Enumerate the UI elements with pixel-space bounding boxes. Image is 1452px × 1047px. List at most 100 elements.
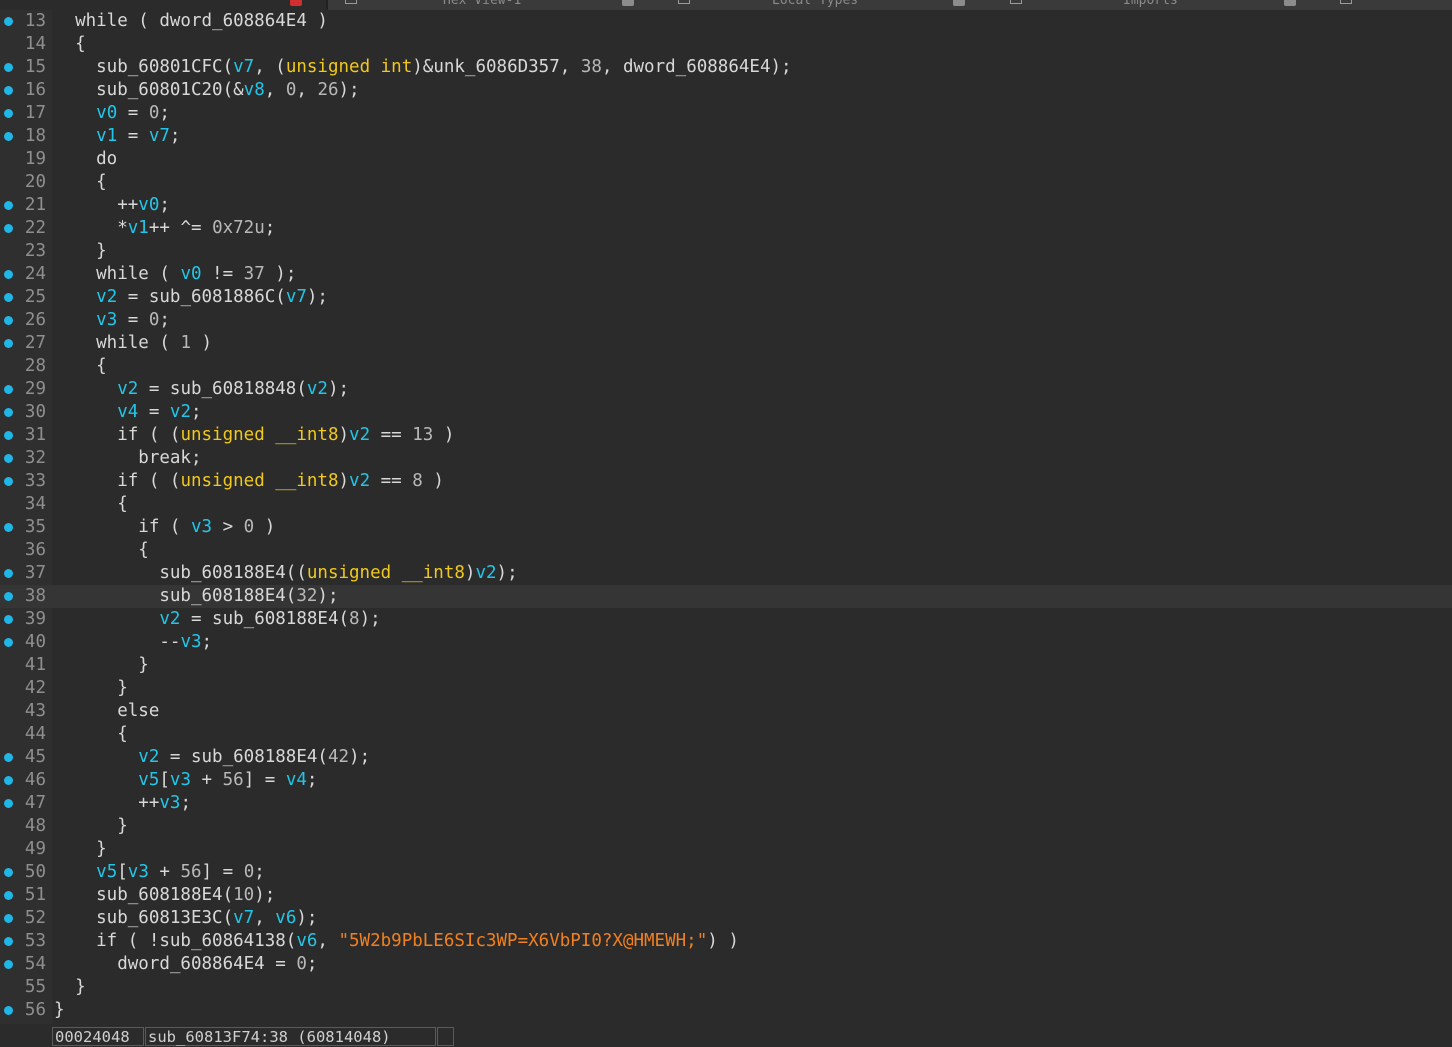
tab-hex-view[interactable]: Hex View-1: [345, 0, 521, 10]
code-line[interactable]: 37 sub_608188E4((unsigned __int8)v2);: [0, 562, 1452, 585]
code-line[interactable]: 48 }: [0, 815, 1452, 838]
code-source[interactable]: --v3;: [54, 631, 212, 654]
code-line[interactable]: 34 {: [0, 493, 1452, 516]
code-source[interactable]: if ( !sub_60864138(v6, "5W2b9PbLE6SIc3WP…: [54, 930, 739, 953]
code-line[interactable]: 29 v2 = sub_60818848(v2);: [0, 378, 1452, 401]
code-line[interactable]: 31 if ( (unsigned __int8)v2 == 13 ): [0, 424, 1452, 447]
code-line[interactable]: 19 do: [0, 148, 1452, 171]
code-source[interactable]: ++v0;: [54, 194, 170, 217]
code-line[interactable]: 50 v5[v3 + 56] = 0;: [0, 861, 1452, 884]
code-source[interactable]: v5[v3 + 56] = 0;: [54, 861, 265, 884]
code-source[interactable]: break;: [54, 447, 201, 470]
code-line[interactable]: 40 --v3;: [0, 631, 1452, 654]
code-source[interactable]: }: [54, 654, 149, 677]
code-source[interactable]: v3 = 0;: [54, 309, 170, 332]
tab-local-types[interactable]: Local Types: [678, 0, 858, 10]
code-source[interactable]: v4 = v2;: [54, 401, 201, 424]
code-source[interactable]: v5[v3 + 56] = v4;: [54, 769, 317, 792]
code-line[interactable]: 15 sub_60801CFC(v7, (unsigned int)&unk_6…: [0, 56, 1452, 79]
tab-imports[interactable]: Imports: [1010, 0, 1178, 10]
code-source[interactable]: {: [54, 723, 128, 746]
code-line[interactable]: 32 break;: [0, 447, 1452, 470]
code-line[interactable]: 51 sub_608188E4(10);: [0, 884, 1452, 907]
code-source[interactable]: sub_60813E3C(v7, v6);: [54, 907, 317, 930]
code-source[interactable]: if ( (unsigned __int8)v2 == 13 ): [54, 424, 454, 447]
code-source[interactable]: {: [54, 171, 107, 194]
code-source[interactable]: sub_608188E4(32);: [54, 585, 338, 608]
close-tab-icon[interactable]: [622, 0, 634, 6]
close-red-icon[interactable]: [290, 0, 302, 6]
code-line[interactable]: 55 }: [0, 976, 1452, 999]
code-line[interactable]: 16 sub_60801C20(&v8, 0, 26);: [0, 79, 1452, 102]
code-line[interactable]: 46 v5[v3 + 56] = v4;: [0, 769, 1452, 792]
code-source[interactable]: while ( v0 != 37 );: [54, 263, 296, 286]
code-source[interactable]: v2 = sub_608188E4(42);: [54, 746, 370, 769]
code-line[interactable]: 52 sub_60813E3C(v7, v6);: [0, 907, 1452, 930]
code-source[interactable]: v2 = sub_608188E4(8);: [54, 608, 380, 631]
code-source[interactable]: }: [54, 815, 128, 838]
code-source[interactable]: sub_608188E4((unsigned __int8)v2);: [54, 562, 517, 585]
code-line[interactable]: 39 v2 = sub_608188E4(8);: [0, 608, 1452, 631]
code-source[interactable]: dword_608864E4 = 0;: [54, 953, 317, 976]
code-line[interactable]: 43 else: [0, 700, 1452, 723]
code-source[interactable]: ++v3;: [54, 792, 191, 815]
pseudocode-view[interactable]: 13 while ( dword_608864E4 ) 14 {15 sub_60…: [0, 10, 1452, 1024]
code-line[interactable]: 23 }: [0, 240, 1452, 263]
code-line[interactable]: 18 v1 = v7;: [0, 125, 1452, 148]
code-source[interactable]: v1 = v7;: [54, 125, 180, 148]
code-source[interactable]: while ( dword_608864E4 ): [54, 10, 328, 33]
code-source[interactable]: {: [54, 539, 149, 562]
code-line[interactable]: 24 while ( v0 != 37 );: [0, 263, 1452, 286]
code-line[interactable]: 42 }: [0, 677, 1452, 700]
code-line[interactable]: 28 {: [0, 355, 1452, 378]
code-line[interactable]: 54 dword_608864E4 = 0;: [0, 953, 1452, 976]
active-tab[interactable]: [0, 0, 326, 10]
code-source[interactable]: v2 = sub_60818848(v2);: [54, 378, 349, 401]
code-line[interactable]: 30 v4 = v2;: [0, 401, 1452, 424]
code-source[interactable]: sub_608188E4(10);: [54, 884, 275, 907]
code-source[interactable]: }: [54, 240, 107, 263]
code-line[interactable]: 49 }: [0, 838, 1452, 861]
code-line[interactable]: 36 {: [0, 539, 1452, 562]
code-line[interactable]: 17 v0 = 0;: [0, 102, 1452, 125]
code-source[interactable]: v0 = 0;: [54, 102, 170, 125]
code-source[interactable]: {: [54, 355, 107, 378]
close-tab-icon[interactable]: [953, 0, 965, 6]
code-line[interactable]: 25 v2 = sub_6081886C(v7);: [0, 286, 1452, 309]
code-line[interactable]: 47 ++v3;: [0, 792, 1452, 815]
code-source[interactable]: }: [54, 976, 86, 999]
code-source[interactable]: {: [54, 33, 86, 56]
code-source[interactable]: v2 = sub_6081886C(v7);: [54, 286, 328, 309]
code-source[interactable]: sub_60801CFC(v7, (unsigned int)&unk_6086…: [54, 56, 791, 79]
code-line[interactable]: 27 while ( 1 ): [0, 332, 1452, 355]
code-text: ;: [201, 632, 213, 652]
code-source[interactable]: if ( (unsigned __int8)v2 == 8 ): [54, 470, 444, 493]
code-line[interactable]: 53 if ( !sub_60864138(v6, "5W2b9PbLE6SIc…: [0, 930, 1452, 953]
close-tab-icon[interactable]: [1284, 0, 1296, 6]
code-line[interactable]: 45 v2 = sub_608188E4(42);: [0, 746, 1452, 769]
code-line[interactable]: 35 if ( v3 > 0 ): [0, 516, 1452, 539]
code-source[interactable]: sub_60801C20(&v8, 0, 26);: [54, 79, 359, 102]
code-source[interactable]: else: [54, 700, 159, 723]
code-source[interactable]: do: [54, 148, 117, 171]
code-line[interactable]: 38 sub_608188E4(32);: [0, 585, 1452, 608]
code-line[interactable]: 26 v3 = 0;: [0, 309, 1452, 332]
code-source[interactable]: }: [54, 838, 107, 861]
code-source[interactable]: if ( v3 > 0 ): [54, 516, 275, 539]
code-line[interactable]: 33 if ( (unsigned __int8)v2 == 8 ): [0, 470, 1452, 493]
code-source[interactable]: {: [54, 493, 128, 516]
tab-next[interactable]: [1340, 0, 1358, 10]
code-source[interactable]: while ( 1 ): [54, 332, 212, 355]
code-line[interactable]: 41 }: [0, 654, 1452, 677]
code-line[interactable]: 13 while ( dword_608864E4 ): [0, 10, 1452, 33]
code-source[interactable]: }: [54, 999, 65, 1022]
code-line[interactable]: 56}: [0, 999, 1452, 1022]
code-line[interactable]: 21 ++v0;: [0, 194, 1452, 217]
code-line[interactable]: 20 {: [0, 171, 1452, 194]
code-line[interactable]: 44 {: [0, 723, 1452, 746]
code-line[interactable]: 14 {: [0, 33, 1452, 56]
code-line[interactable]: 22 *v1++ ^= 0x72u;: [0, 217, 1452, 240]
code-source[interactable]: }: [54, 677, 128, 700]
code-source[interactable]: *v1++ ^= 0x72u;: [54, 217, 275, 240]
